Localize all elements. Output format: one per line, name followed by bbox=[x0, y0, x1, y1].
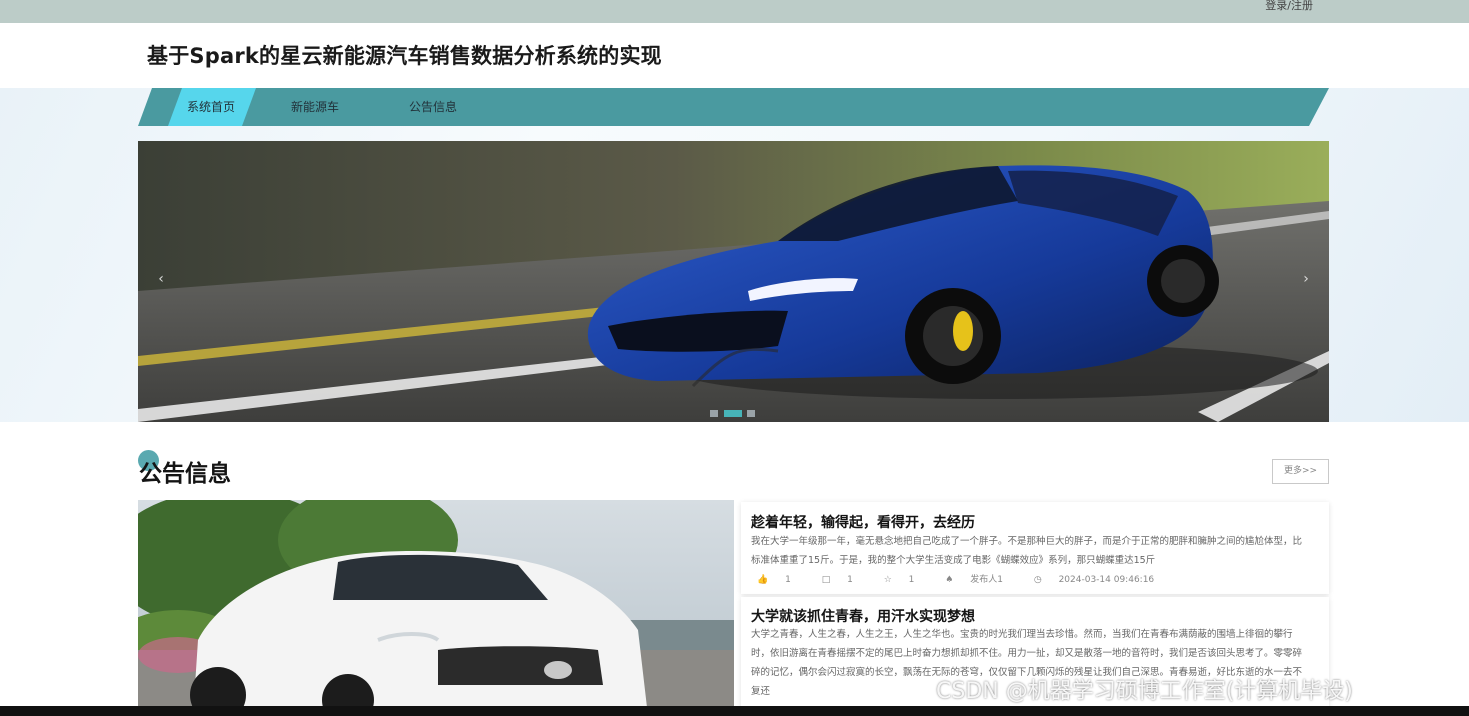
carousel-prev-arrow[interactable]: ‹ bbox=[147, 265, 175, 293]
carousel-dot-active[interactable] bbox=[724, 410, 742, 417]
nav-item-announcements[interactable]: 公告信息 bbox=[409, 88, 457, 126]
favorite-count: ☆ 1 bbox=[883, 575, 915, 585]
news-featured-image[interactable] bbox=[138, 500, 734, 716]
news-time: ◷ 2024-03-14 09:46:16 bbox=[1033, 575, 1155, 585]
comment-count: □ 1 bbox=[821, 575, 853, 585]
news-meta: 👍 1 □ 1 ☆ 1 ♠ 发布人1 ◷ 2024-03-14 09:46:16 bbox=[757, 572, 1182, 585]
site-title: 基于Spark的星云新能源汽车销售数据分析系统的实现 bbox=[147, 44, 662, 68]
thumbs-up-icon: 👍 bbox=[757, 575, 769, 585]
banner-carousel[interactable]: ‹ › bbox=[138, 141, 1329, 422]
sports-car-photo bbox=[138, 141, 1329, 422]
news-author: ♠ 发布人1 bbox=[945, 575, 1003, 585]
login-register-link[interactable]: 登录/注册 bbox=[1265, 0, 1313, 11]
news-excerpt: 我在大学一年级那一年，毫无悬念地把自己吃成了一个胖子。不是那种巨大的胖子，而是介… bbox=[751, 536, 1303, 566]
carousel-next-arrow[interactable]: › bbox=[1292, 265, 1320, 293]
bottom-bar bbox=[0, 706, 1469, 716]
nav-item-new-energy-cars[interactable]: 新能源车 bbox=[291, 88, 339, 126]
more-button[interactable]: 更多>> bbox=[1272, 459, 1329, 484]
carousel-dot[interactable] bbox=[710, 410, 718, 417]
main-nav: 系统首页 新能源车 公告信息 bbox=[138, 88, 1329, 126]
announcements-section-title: 公告信息 bbox=[139, 461, 231, 487]
news-card[interactable]: 趁着年轻，输得起，看得开，去经历 我在大学一年级那一年，毫无悬念地把自己吃成了一… bbox=[741, 502, 1329, 594]
carousel-dot[interactable] bbox=[747, 410, 755, 417]
user-icon: ♠ bbox=[945, 575, 954, 585]
nav-item-home[interactable]: 系统首页 bbox=[187, 88, 235, 126]
clock-icon: ◷ bbox=[1033, 575, 1042, 585]
comment-icon: □ bbox=[821, 575, 831, 585]
white-car-photo bbox=[138, 500, 734, 716]
news-title[interactable]: 趁着年轻，输得起，看得开，去经历 bbox=[751, 512, 975, 532]
top-bar: 登录/注册 bbox=[0, 0, 1469, 23]
news-title[interactable]: 大学就该抓住青春，用汗水实现梦想 bbox=[751, 606, 975, 626]
csdn-watermark: CSDN @机器学习硕博工作室(计算机毕设) bbox=[936, 679, 1353, 704]
star-icon: ☆ bbox=[883, 575, 892, 585]
like-count: 👍 1 bbox=[757, 575, 791, 585]
